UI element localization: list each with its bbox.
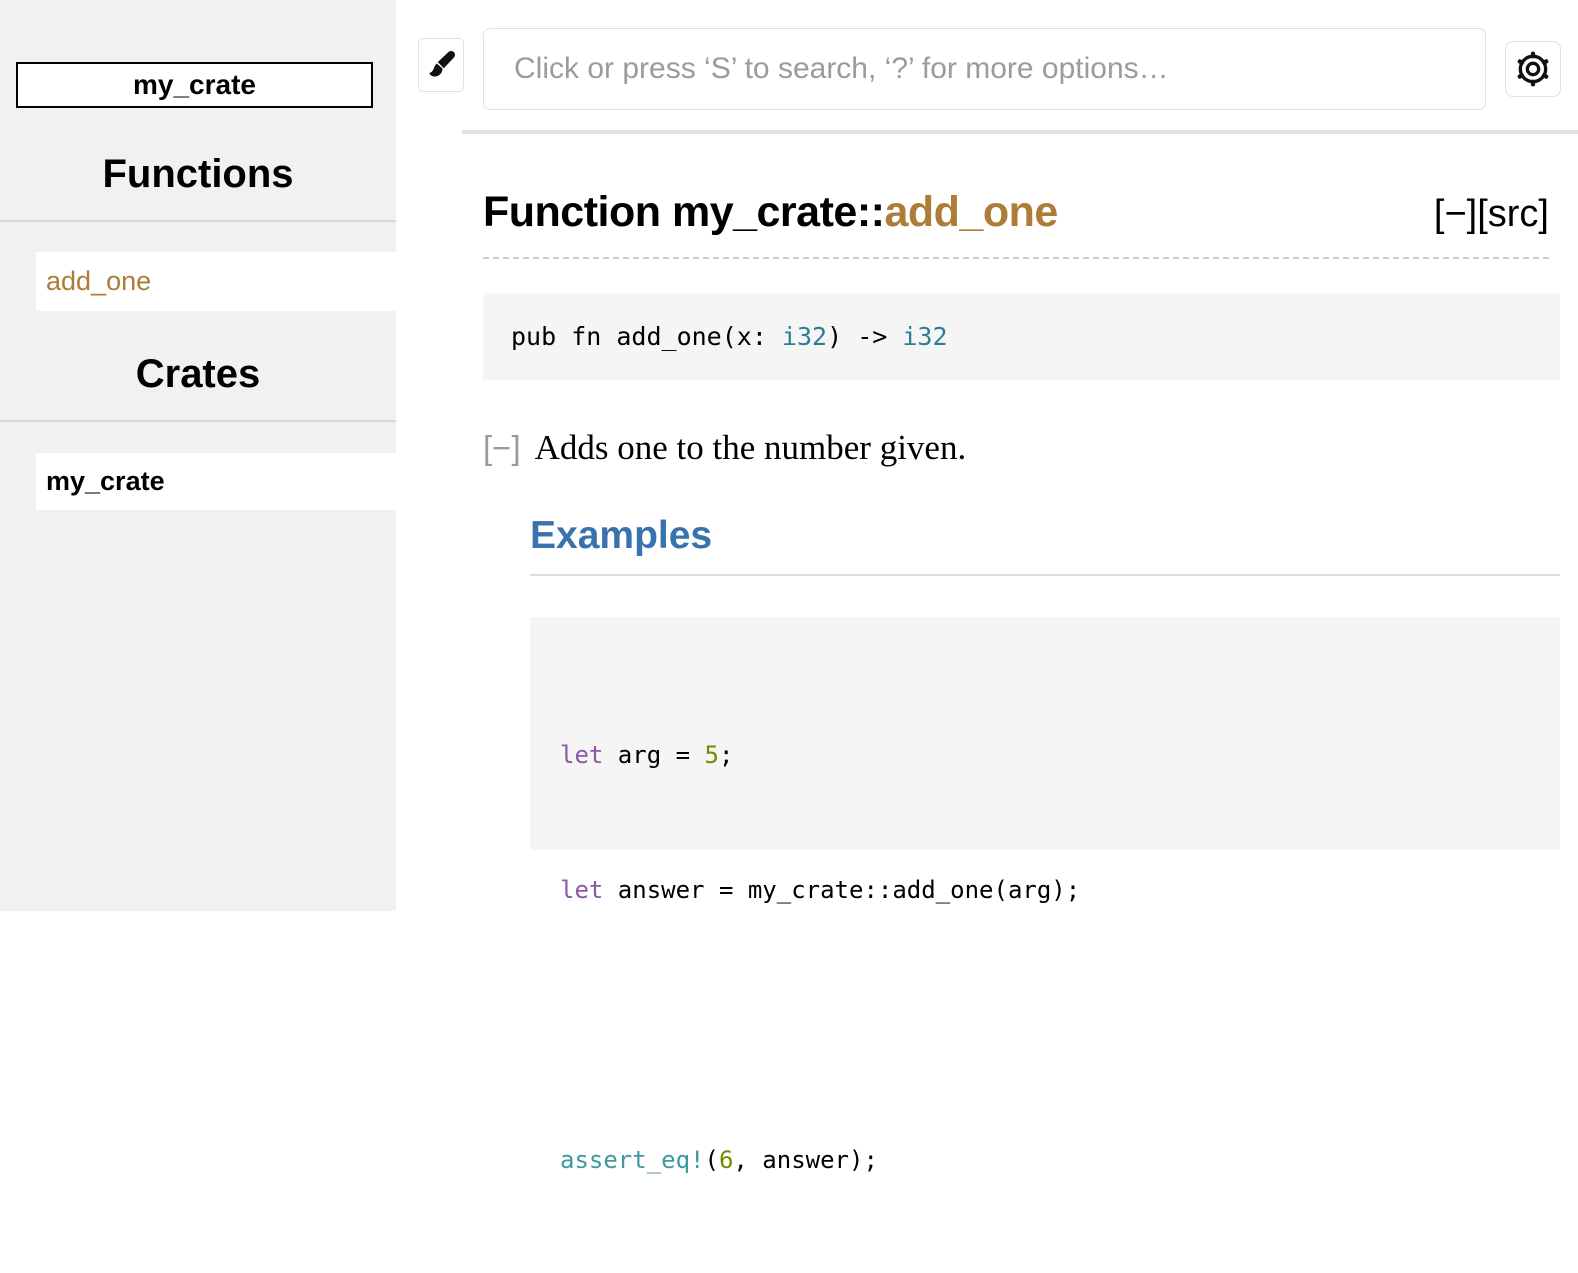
examples-heading: Examples xyxy=(530,514,1560,576)
signature-primitive-i32[interactable]: i32 xyxy=(902,322,947,351)
code-line-blank xyxy=(560,1003,1560,1048)
sidebar-heading-crates: Crates xyxy=(0,352,396,397)
code-token: ( xyxy=(705,1146,719,1174)
function-heading: Function my_crate::add_one xyxy=(483,188,1058,237)
code-line: let arg = 5; xyxy=(560,733,1560,778)
code-line: let answer = my_crate::add_one(arg); xyxy=(560,868,1560,913)
main-content: Function my_crate::add_one [−][src] pub … xyxy=(396,0,1578,911)
signature-primitive-i32[interactable]: i32 xyxy=(782,322,827,351)
theme-picker-button[interactable] xyxy=(418,38,464,92)
sidebar-crate-title-label: my_crate xyxy=(133,69,256,101)
function-signature: pub fn add_one(x: i32) -> i32 xyxy=(483,293,1560,380)
code-token-macro: assert_eq! xyxy=(560,1146,705,1174)
code-line: assert_eq!(6, answer); xyxy=(560,1138,1560,1183)
sidebar-divider xyxy=(0,220,396,222)
code-token-keyword: let xyxy=(560,741,603,769)
search-input[interactable] xyxy=(483,28,1486,110)
collapse-all-toggle[interactable]: [−] xyxy=(1434,193,1477,235)
sidebar: my_crate Functions add_one Crates my_cra… xyxy=(0,0,396,911)
sidebar-item-my-crate[interactable]: my_crate xyxy=(36,453,396,510)
heading-controls: [−][src] xyxy=(1434,193,1549,236)
code-token-keyword: let xyxy=(560,876,603,904)
example-code-block: let arg = 5; let answer = my_crate::add_… xyxy=(530,617,1560,850)
code-token: answer = my_crate::add_one(arg); xyxy=(603,876,1080,904)
code-token: arg = xyxy=(603,741,704,769)
sidebar-item-add-one[interactable]: add_one xyxy=(36,252,396,311)
doc-summary-text: Adds one to the number given. xyxy=(535,428,967,467)
settings-button[interactable] xyxy=(1505,41,1561,97)
code-token-number: 5 xyxy=(705,741,719,769)
sidebar-item-add-one-link[interactable]: add_one xyxy=(36,266,151,297)
subnav-divider xyxy=(462,130,1578,134)
sidebar-item-my-crate-link[interactable]: my_crate xyxy=(36,466,165,497)
code-token: , answer); xyxy=(733,1146,878,1174)
code-token: ; xyxy=(719,741,733,769)
src-link[interactable]: [src] xyxy=(1477,193,1549,235)
doc-collapse-toggle[interactable]: [−] xyxy=(483,429,521,466)
sidebar-divider xyxy=(0,420,396,422)
signature-token: ) -> xyxy=(827,322,902,351)
sidebar-crate-title[interactable]: my_crate xyxy=(16,62,373,108)
paintbrush-icon xyxy=(424,48,458,82)
sidebar-heading-functions: Functions xyxy=(0,152,396,197)
function-heading-name: add_one xyxy=(884,188,1057,236)
code-token-number: 6 xyxy=(719,1146,733,1174)
doc-summary-row: [−] Adds one to the number given. xyxy=(483,428,966,468)
function-heading-prefix: Function my_crate:: xyxy=(483,188,884,236)
page-title: Function my_crate::add_one [−][src] xyxy=(483,188,1549,259)
gear-icon xyxy=(1513,49,1553,89)
signature-token: pub fn add_one(x: xyxy=(511,322,782,351)
